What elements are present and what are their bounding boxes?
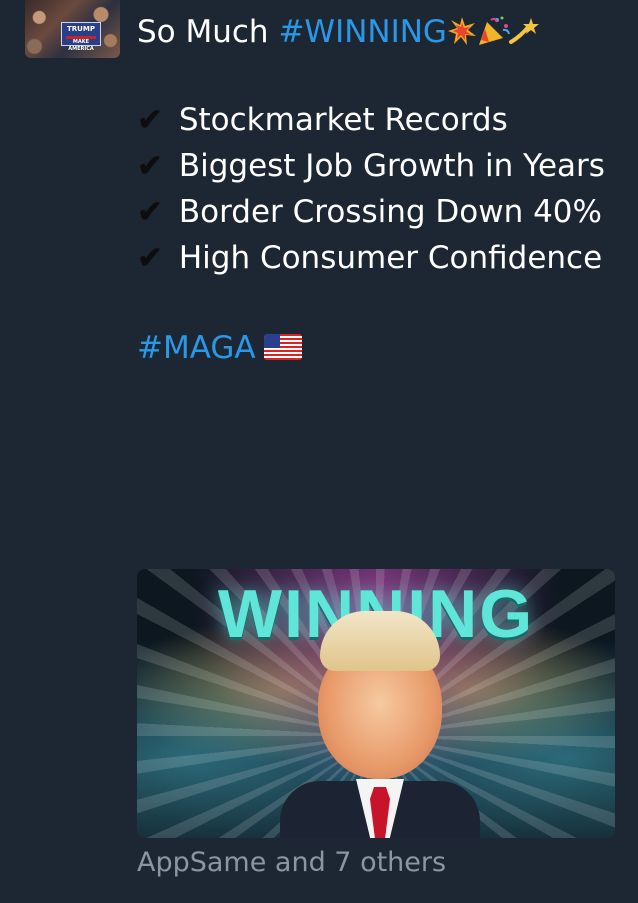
avatar-sign-subtext: MAKE AMERICA: [68, 39, 94, 52]
party-popper-emoji-icon: [477, 16, 510, 46]
list-item: ✔ Border Crossing Down 40%: [137, 189, 607, 235]
list-item-text: High Consumer Confidence: [178, 240, 603, 276]
dizzy-emoji-icon: [507, 16, 539, 46]
avatar-campaign-sign: TRUMP MAKE AMERICA: [61, 22, 101, 52]
us-flag-icon: [263, 334, 302, 360]
post-title: So Much #WINNING: [137, 12, 617, 52]
list-item: ✔ Biggest Job Growth in Years: [137, 143, 607, 189]
list-item-text: Border Crossing Down 40%: [178, 194, 602, 230]
author-avatar[interactable]: TRUMP MAKE AMERICA: [25, 0, 120, 58]
hashtag-winning-link[interactable]: #WINNING: [278, 14, 447, 50]
avatar-sign-text: TRUMP: [67, 25, 95, 33]
post-media-image[interactable]: WINNING: [137, 569, 615, 838]
reactions-summary[interactable]: AppSame and 7 others: [137, 845, 446, 881]
post-body: So Much #WINNING ✔ Stockmarket Records ✔…: [137, 12, 617, 371]
post-title-prefix: So Much: [137, 14, 269, 50]
list-item: ✔ High Consumer Confidence: [137, 235, 607, 281]
list-item-text: Stockmarket Records: [178, 102, 508, 138]
list-item-text: Biggest Job Growth in Years: [178, 148, 605, 184]
checkmark-icon: ✔: [137, 102, 163, 138]
list-item: ✔ Stockmarket Records: [137, 97, 607, 143]
post-footer-hashtags: #MAGA: [137, 325, 617, 371]
collision-emoji-icon: [447, 16, 477, 46]
portrait-hair: [320, 611, 440, 671]
media-portrait: [280, 611, 480, 838]
hashtag-maga-link[interactable]: #MAGA: [137, 330, 256, 366]
checkmark-icon: ✔: [137, 240, 163, 276]
checkmark-icon: ✔: [137, 194, 163, 230]
checkmark-icon: ✔: [137, 148, 163, 184]
